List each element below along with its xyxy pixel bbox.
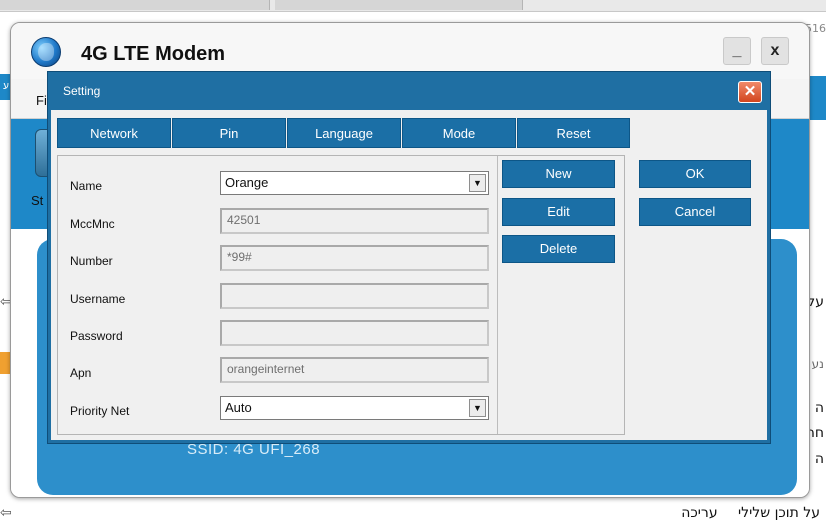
cancel-button[interactable]: Cancel	[639, 198, 751, 226]
dialog-close-button[interactable]: ✕	[738, 81, 762, 103]
tab-mode[interactable]: Mode	[402, 118, 516, 148]
name-select-value: Orange	[225, 175, 269, 190]
tab-network[interactable]: Network	[57, 118, 171, 148]
new-button[interactable]: New	[502, 160, 615, 188]
username-field[interactable]	[220, 283, 489, 309]
username-label: Username	[70, 292, 126, 306]
dialog-body: Network Pin Language Mode Reset Name Ora…	[51, 110, 767, 440]
name-select[interactable]: Orange ▼	[220, 171, 489, 195]
menu-item-file[interactable]: Fi	[36, 93, 47, 108]
password-field[interactable]	[220, 320, 489, 346]
ok-button[interactable]: OK	[639, 160, 751, 188]
chevron-down-icon[interactable]: ▼	[469, 174, 486, 192]
background-right-block	[808, 202, 826, 302]
background-share-icon: ⇦	[0, 504, 12, 520]
mccmnc-label: MccMnc	[70, 217, 115, 231]
priority-net-select[interactable]: Auto ▼	[220, 396, 489, 420]
mccmnc-field[interactable]: 42501	[220, 208, 489, 234]
tab-language[interactable]: Language	[287, 118, 401, 148]
chevron-down-icon[interactable]: ▼	[469, 399, 486, 417]
background-link[interactable]: על תוכן שלילי	[738, 505, 820, 521]
number-field[interactable]: *99#	[220, 245, 489, 271]
app-title: 4G LTE Modem	[81, 43, 226, 65]
globe-logo-icon	[31, 37, 61, 67]
apn-field[interactable]: orangeinternet	[220, 357, 489, 383]
background-right-strip	[808, 52, 826, 512]
dialog-title: Setting	[63, 84, 101, 98]
password-label: Password	[70, 329, 123, 343]
form-divider	[497, 156, 498, 434]
background-browser-bar	[0, 0, 826, 12]
background-link[interactable]: עריכה	[681, 505, 717, 521]
edit-button[interactable]: Edit	[502, 198, 615, 226]
background-rtl-text: נע	[811, 357, 824, 371]
apn-label: Apn	[70, 366, 92, 380]
priority-net-label: Priority Net	[70, 404, 130, 418]
background-bottom-links: על תוכן שלילי עריכה	[665, 505, 820, 521]
background-right-block	[808, 76, 826, 120]
name-label: Name	[70, 179, 103, 193]
priority-net-select-value: Auto	[225, 400, 252, 415]
background-bar-segment	[275, 0, 523, 10]
tab-pin[interactable]: Pin	[172, 118, 286, 148]
status-label: St	[31, 193, 44, 208]
app-close-button[interactable]: x	[761, 37, 789, 65]
number-label: Number	[70, 254, 113, 268]
minimize-button[interactable]: _	[723, 37, 751, 65]
background-bar-segment	[0, 0, 270, 10]
delete-button[interactable]: Delete	[502, 235, 615, 263]
profile-form: Name Orange ▼ MccMnc 42501 Number *99# U…	[57, 155, 625, 435]
tab-reset[interactable]: Reset	[517, 118, 630, 148]
settings-dialog: Setting ✕ Network Pin Language Mode Rese…	[47, 71, 771, 444]
